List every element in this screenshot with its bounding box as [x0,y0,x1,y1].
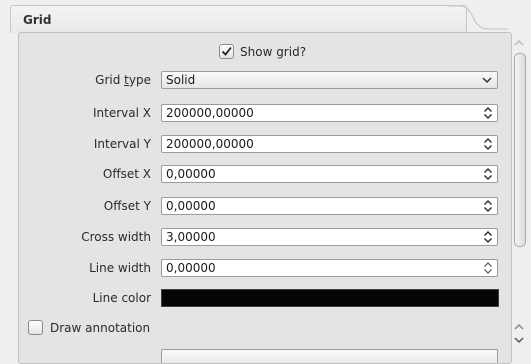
line-width-value: 0,00000 [166,261,216,275]
scrollbar-thumb[interactable] [514,53,526,247]
grid-type-label: Grid type [95,73,151,87]
tab-corner-decoration [448,5,508,30]
draw-annotation-label: Draw annotation [50,321,151,335]
show-grid-label: Show grid? [240,45,307,59]
show-grid-checkbox[interactable] [219,44,234,59]
grid-settings-panel: Show grid? Grid type Solid Interval X 20… [18,32,512,364]
interval-x-spinbox[interactable]: 200000,00000 [161,104,498,122]
interval-y-label: Interval Y [93,137,151,151]
scroll-up-arrow-icon[interactable] [513,38,525,48]
spin-arrows-icon[interactable] [483,167,493,181]
draw-annotation-checkbox[interactable] [28,320,43,335]
spin-arrows-icon[interactable] [483,137,493,151]
vertical-scrollbar[interactable] [511,35,529,354]
interval-y-spinbox[interactable]: 200000,00000 [161,135,498,153]
checkmark-icon [221,46,232,56]
line-color-button[interactable] [161,289,499,307]
offset-y-value: 0,00000 [166,199,216,213]
offset-y-label: Offset Y [103,199,151,213]
offset-y-spinbox[interactable]: 0,00000 [161,197,498,215]
scroll-up-arrow-icon[interactable] [513,322,525,332]
cross-width-label: Cross width [81,230,151,244]
interval-x-label: Interval X [93,106,151,120]
offset-x-label: Offset X [102,167,151,181]
grid-group-header: Grid [10,5,467,33]
annotation-position-select[interactable] [161,349,498,363]
grid-type-value: Solid [166,73,196,87]
spin-arrows-icon[interactable] [483,230,493,244]
line-width-spinbox[interactable]: 0,00000 [161,259,498,277]
spin-arrows-icon[interactable] [483,199,493,213]
grid-type-select[interactable]: Solid [161,71,498,89]
scroll-down-arrow-icon[interactable] [513,335,525,345]
interval-y-value: 200000,00000 [166,137,254,151]
spin-arrows-icon[interactable] [483,106,493,120]
chevron-down-icon [482,77,492,84]
interval-x-value: 200000,00000 [166,106,254,120]
cross-width-value: 3,00000 [166,230,216,244]
offset-x-value: 0,00000 [166,167,216,181]
spin-arrows-icon[interactable] [483,261,493,275]
line-width-label: Line width [89,261,151,275]
line-color-label: Line color [92,291,151,305]
cross-width-spinbox[interactable]: 3,00000 [161,228,498,246]
group-title: Grid [23,13,52,27]
offset-x-spinbox[interactable]: 0,00000 [161,165,498,183]
